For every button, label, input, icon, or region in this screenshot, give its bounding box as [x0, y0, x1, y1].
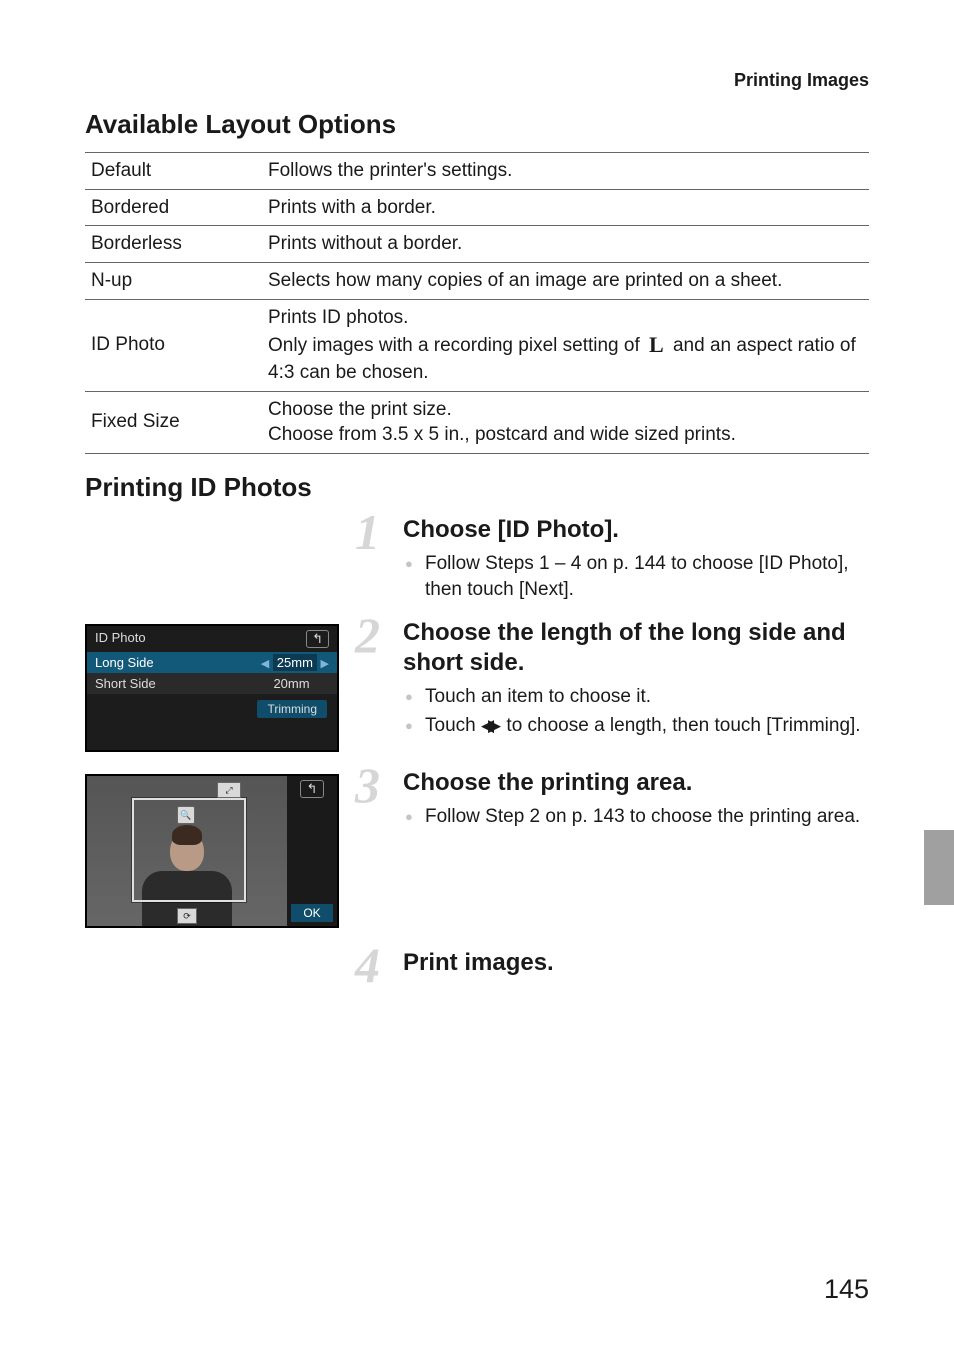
- layout-name: Default: [85, 153, 262, 190]
- step-number: 2: [355, 610, 380, 660]
- side-tab: [924, 830, 954, 905]
- ok-button[interactable]: OK: [291, 904, 332, 922]
- left-right-arrow-icon: ◀▶: [481, 716, 501, 735]
- page-number: 145: [824, 1274, 869, 1305]
- heading-printing-id-photos: Printing ID Photos: [85, 472, 869, 503]
- step-number: 4: [355, 940, 380, 990]
- lcd-label: Short Side: [95, 676, 156, 691]
- layout-desc: Follows the printer's settings.: [262, 153, 869, 190]
- layout-desc: Selects how many copies of an image are …: [262, 262, 869, 299]
- step-bullet: Follow Steps 1 – 4 on p. 144 to choose […: [403, 551, 869, 604]
- step-3: ⤢ 🔍 ⟳ ↰ OK 3 Choose the printing area. F…: [85, 768, 869, 928]
- lcd-label: Long Side: [95, 655, 154, 670]
- table-row: Borderless Prints without a border.: [85, 226, 869, 263]
- rotate-icon[interactable]: ⟳: [177, 908, 197, 924]
- step-title: Choose the length of the long side and s…: [403, 618, 869, 678]
- table-row: Bordered Prints with a border.: [85, 189, 869, 226]
- lcd-value: 20mm: [254, 676, 329, 691]
- layout-name: ID Photo: [85, 299, 262, 391]
- heading-layout-options: Available Layout Options: [85, 109, 869, 140]
- table-row: N-up Selects how many copies of an image…: [85, 262, 869, 299]
- section-header: Printing Images: [85, 70, 869, 91]
- step-1: 1 Choose [ID Photo]. Follow Steps 1 – 4 …: [85, 515, 869, 612]
- table-row: ID Photo Prints ID photos. Only images w…: [85, 299, 869, 391]
- layout-name: Fixed Size: [85, 391, 262, 453]
- lcd-row-shortside[interactable]: Short Side 20mm: [87, 673, 337, 694]
- layout-desc: Prints without a border.: [262, 226, 869, 263]
- lcd-title: ID Photo: [95, 630, 146, 648]
- left-arrow-icon[interactable]: ◀: [261, 658, 269, 670]
- step-2: ID Photo ↰ Long Side ◀ 25mm ▶ Short Side…: [85, 618, 869, 762]
- layout-name: N-up: [85, 262, 262, 299]
- table-row: Default Follows the printer's settings.: [85, 153, 869, 190]
- layout-name: Borderless: [85, 226, 262, 263]
- step-bullet: Follow Step 2 on p. 143 to choose the pr…: [403, 804, 869, 831]
- layout-desc: Choose the print size. Choose from 3.5 x…: [262, 391, 869, 453]
- photo-preview[interactable]: ⤢ 🔍 ⟳: [87, 776, 287, 926]
- layout-options-table: Default Follows the printer's settings. …: [85, 152, 869, 454]
- back-icon[interactable]: ↰: [300, 780, 325, 798]
- step-4: 4 Print images.: [85, 948, 869, 984]
- table-row: Fixed Size Choose the print size. Choose…: [85, 391, 869, 453]
- step-title: Choose the printing area.: [403, 768, 869, 798]
- step-bullet: Touch ◀▶ to choose a length, then touch …: [403, 713, 869, 740]
- step-number: 1: [355, 507, 380, 557]
- layout-desc: Prints ID photos. Only images with a rec…: [262, 299, 869, 391]
- step-title: Print images.: [403, 948, 869, 978]
- layout-desc: Prints with a border.: [262, 189, 869, 226]
- lcd-idphoto-screen: ID Photo ↰ Long Side ◀ 25mm ▶ Short Side…: [85, 624, 339, 752]
- trimming-button[interactable]: Trimming: [257, 700, 327, 718]
- layout-name: Bordered: [85, 189, 262, 226]
- resize-icon[interactable]: ⤢: [217, 782, 241, 798]
- lcd-value: 25mm: [273, 654, 317, 671]
- magnify-icon[interactable]: 🔍: [177, 806, 195, 824]
- large-pixel-icon: L: [645, 330, 668, 360]
- lcd-crop-screen: ⤢ 🔍 ⟳ ↰ OK: [85, 774, 339, 928]
- step-title: Choose [ID Photo].: [403, 515, 869, 545]
- back-icon[interactable]: ↰: [306, 630, 329, 648]
- lcd-row-longside[interactable]: Long Side ◀ 25mm ▶: [87, 652, 337, 673]
- right-arrow-icon[interactable]: ▶: [321, 658, 329, 670]
- step-bullet: Touch an item to choose it.: [403, 684, 869, 711]
- step-number: 3: [355, 760, 380, 810]
